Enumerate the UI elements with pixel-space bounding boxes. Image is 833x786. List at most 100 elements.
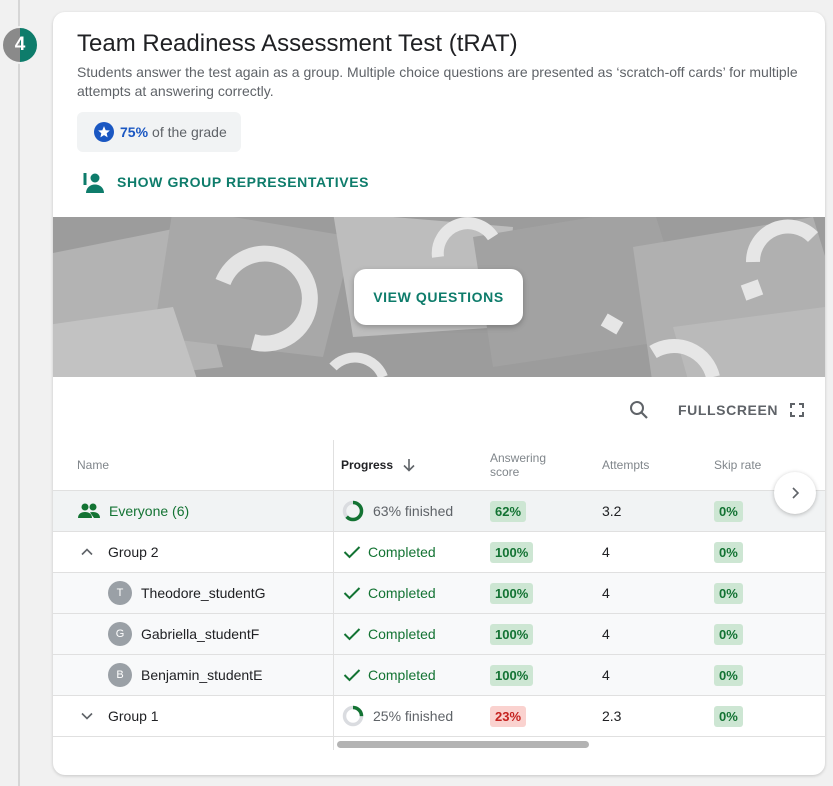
- row-skip-rate: 0%: [714, 491, 743, 531]
- score-badge: 100%: [490, 582, 534, 604]
- skip-badge: 0%: [714, 664, 743, 686]
- activity-title: Team Readiness Assessment Test (tRAT): [77, 30, 518, 57]
- row-progress: 63% finished: [341, 491, 453, 531]
- skip-badge: 0%: [714, 623, 743, 645]
- table-row-group-1[interactable]: Group 1 25% finished 23% 2.3 0%: [53, 695, 825, 737]
- progress-text: Completed: [368, 544, 436, 560]
- activity-card: Team Readiness Assessment Test (tRAT) St…: [53, 12, 825, 775]
- student-name-cell: B Benjamin_studentE: [108, 655, 262, 695]
- progress-text: 25% finished: [373, 708, 454, 724]
- header-score-line2: score: [490, 465, 520, 479]
- score-badge: 100%: [490, 541, 534, 563]
- view-questions-button[interactable]: VIEW QUESTIONS: [354, 269, 523, 325]
- group-1-name-cell: Group 1: [79, 696, 159, 736]
- timeline-line: [18, 0, 20, 786]
- row-attempts: 4: [602, 667, 610, 683]
- fullscreen-label: FULLSCREEN: [678, 402, 779, 418]
- row-attempts: 4: [602, 544, 610, 560]
- group-2-name-cell: Group 2: [79, 532, 159, 572]
- row-attempts: 4: [602, 585, 610, 601]
- show-group-representatives-label: SHOW GROUP REPRESENTATIVES: [117, 174, 370, 190]
- score-badge: 100%: [490, 623, 534, 645]
- row-progress: Completed: [343, 655, 436, 695]
- table-row-student[interactable]: T Theodore_studentG Completed 100% 4 0%: [53, 572, 825, 613]
- table-row-everyone[interactable]: Everyone (6) 63% finished 62% 3.2 0%: [53, 490, 825, 531]
- horizontal-scrollbar-thumb[interactable]: [337, 741, 589, 748]
- row-score: 100%: [490, 655, 534, 695]
- progress-ring-icon: [342, 705, 364, 727]
- person-pin-icon: [83, 173, 104, 193]
- row-name: Everyone (6): [109, 503, 190, 519]
- row-progress: Completed: [343, 573, 436, 613]
- score-badge: 62%: [490, 500, 527, 522]
- header-answering-score[interactable]: Answering score: [490, 440, 546, 490]
- row-skip-rate: 0%: [714, 696, 743, 736]
- grade-suffix: of the grade: [152, 124, 227, 140]
- score-badge: 100%: [490, 664, 534, 686]
- row-progress: Completed: [343, 614, 436, 654]
- scroll-right-button[interactable]: [774, 472, 816, 514]
- activity-description: Students answer the test again as a grou…: [77, 64, 798, 99]
- row-skip-rate: 0%: [714, 532, 743, 572]
- fullscreen-icon: [790, 403, 805, 417]
- row-skip-rate: 0%: [714, 655, 743, 695]
- show-group-representatives-button[interactable]: SHOW GROUP REPRESENTATIVES: [83, 170, 369, 194]
- progress-text: Completed: [368, 626, 436, 642]
- row-name: Theodore_studentG: [141, 585, 266, 601]
- grade-weight-chip: 75% of the grade: [77, 112, 241, 152]
- row-skip-rate: 0%: [714, 614, 743, 654]
- skip-badge: 0%: [714, 705, 743, 727]
- search-icon[interactable]: [627, 398, 651, 422]
- star-icon: [94, 122, 114, 142]
- step-number-badge: 4: [1, 26, 39, 64]
- row-skip-rate: 0%: [714, 573, 743, 613]
- row-attempts: 2.3: [602, 708, 622, 724]
- progress-text: Completed: [368, 667, 436, 683]
- everyone-name-cell: Everyone (6): [77, 491, 189, 531]
- header-skip-rate[interactable]: Skip rate: [714, 440, 761, 490]
- skip-badge: 0%: [714, 541, 743, 563]
- fullscreen-button[interactable]: FULLSCREEN: [678, 398, 805, 422]
- check-icon: [343, 669, 361, 682]
- avatar: G: [108, 622, 132, 646]
- table-row-group-2[interactable]: Group 2 Completed 100% 4 0%: [53, 531, 825, 572]
- row-name: Group 1: [108, 708, 159, 724]
- chevron-up-icon[interactable]: [79, 544, 95, 560]
- avatar: T: [108, 581, 132, 605]
- table-row-student[interactable]: B Benjamin_studentE Completed 100% 4 0%: [53, 654, 825, 695]
- header-attempts[interactable]: Attempts: [602, 440, 649, 490]
- score-badge: 23%: [490, 705, 527, 727]
- chevron-down-icon[interactable]: [79, 708, 95, 724]
- row-score: 62%: [490, 491, 527, 531]
- header-progress-label: Progress: [341, 458, 394, 472]
- row-name: Group 2: [108, 544, 159, 560]
- row-attempts: 3.2: [602, 503, 622, 519]
- table-row-student[interactable]: G Gabriella_studentF Completed 100% 4 0%: [53, 613, 825, 654]
- row-score: 100%: [490, 532, 534, 572]
- header-name[interactable]: Name: [77, 440, 109, 490]
- row-progress: Completed: [343, 532, 436, 572]
- row-name: Gabriella_studentF: [141, 626, 260, 642]
- table-header: Name Progress Answering score Attempts S…: [53, 440, 825, 490]
- chevron-right-icon: [792, 487, 800, 499]
- student-name-cell: G Gabriella_studentF: [108, 614, 259, 654]
- row-score: 100%: [490, 573, 534, 613]
- row-score: 23%: [490, 696, 527, 736]
- check-icon: [343, 587, 361, 600]
- check-icon: [343, 628, 361, 641]
- header-score-line1: Answering: [490, 451, 547, 465]
- skip-badge: 0%: [714, 582, 743, 604]
- skip-badge: 0%: [714, 500, 743, 522]
- row-attempts: 4: [602, 626, 610, 642]
- sort-down-icon: [403, 459, 415, 472]
- avatar: B: [108, 663, 132, 687]
- check-icon: [343, 546, 361, 559]
- header-progress[interactable]: Progress: [341, 440, 417, 490]
- progress-text: Completed: [368, 585, 436, 601]
- progress-ring-icon: [342, 500, 364, 522]
- row-score: 100%: [490, 614, 534, 654]
- progress-text: 63% finished: [373, 503, 454, 519]
- group-icon: [78, 503, 100, 518]
- grade-percent: 75%: [120, 124, 149, 140]
- questions-banner: VIEW QUESTIONS: [53, 217, 825, 377]
